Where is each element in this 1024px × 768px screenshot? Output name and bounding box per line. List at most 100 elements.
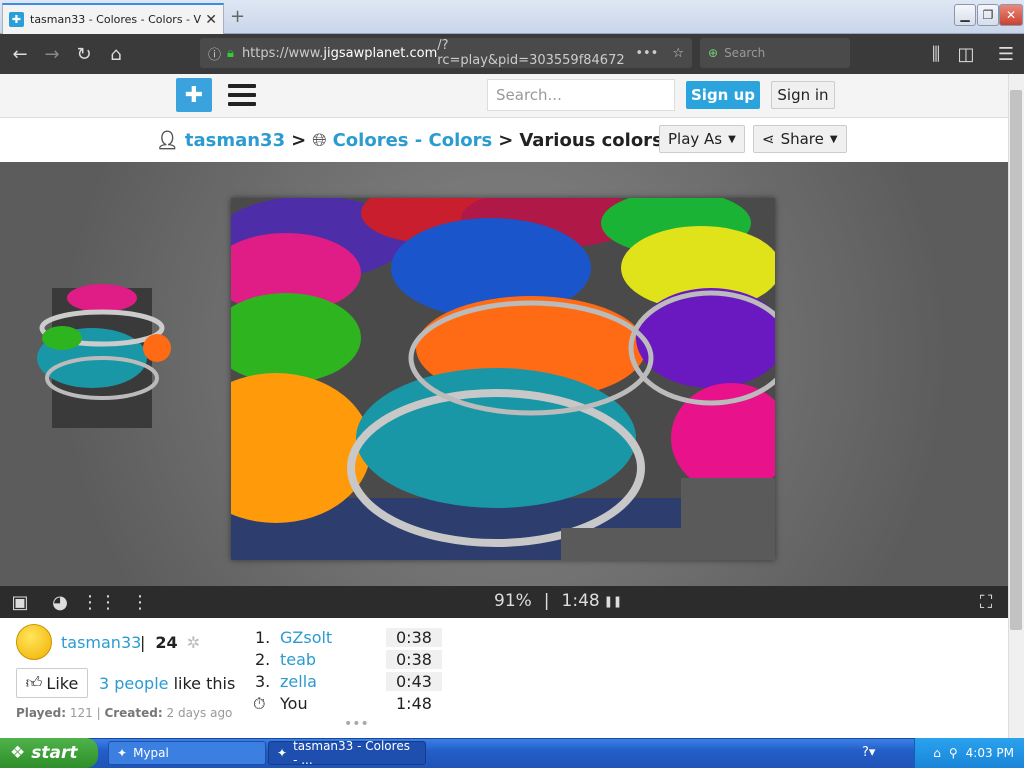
- likes-text: 3 people like this: [99, 674, 235, 693]
- leaderboard-time: 0:43: [386, 672, 442, 691]
- pause-icon[interactable]: ❚❚: [604, 595, 622, 608]
- leaderboard-time: 0:38: [386, 628, 442, 647]
- scrollbar-thumb[interactable]: [1010, 90, 1022, 630]
- tab-title: tasman33 - Colores - Colors - Various co…: [30, 13, 201, 26]
- url-prefix: https://www.: [241, 45, 324, 61]
- more-dots-icon[interactable]: •••: [344, 716, 369, 732]
- system-tray: ⌂ ⚲ 4:03 PM: [914, 738, 1024, 768]
- more-options-icon[interactable]: ⋮: [128, 590, 152, 614]
- url-suffix: /?rc=play&pid=303559f84672: [437, 38, 625, 68]
- jigsawplanet-logo-icon[interactable]: ✚: [176, 78, 212, 112]
- breadcrumb-separator: >: [498, 129, 514, 151]
- page-actions-icon[interactable]: •••: [635, 46, 658, 61]
- stopwatch-icon: ⏱︎: [253, 694, 266, 713]
- created-label: Created:: [104, 706, 163, 720]
- play-as-button[interactable]: Play As ▼: [659, 125, 745, 153]
- network-icon[interactable]: ⌂: [933, 746, 941, 760]
- task-label: tasman33 - Colores - ...: [293, 739, 410, 767]
- site-search-input[interactable]: Search...: [487, 79, 675, 111]
- author-username-link[interactable]: tasman33: [61, 633, 141, 652]
- new-tab-icon[interactable]: +: [230, 6, 245, 27]
- chevron-down-icon: ▼: [829, 133, 838, 145]
- play-as-label: Play As: [668, 130, 723, 148]
- bookmark-star-icon[interactable]: ☆: [672, 46, 684, 61]
- back-icon[interactable]: ←: [4, 44, 36, 65]
- breadcrumb: 👤︎ tasman33 > 🌐︎ Colores - Colors > Vari…: [156, 126, 663, 154]
- puzzle-piece-icon: ✲: [186, 633, 201, 652]
- home-icon[interactable]: ⌂: [100, 44, 132, 65]
- close-tab-icon[interactable]: ✕: [205, 12, 217, 28]
- help-icon[interactable]: ?▾: [862, 745, 875, 760]
- minimize-icon[interactable]: ▁: [954, 4, 976, 26]
- lock-icon: 🔒︎: [227, 45, 234, 61]
- leaderboard-name-link[interactable]: teab: [280, 650, 316, 669]
- chevron-down-icon: ▼: [728, 133, 736, 145]
- signin-button[interactable]: Sign in: [771, 81, 835, 109]
- divider: |: [543, 591, 550, 611]
- taskbar-item-mypal[interactable]: ✦ Mypal: [108, 741, 266, 765]
- likes-count-link[interactable]: 3 people: [99, 674, 169, 693]
- windows-logo-icon: ❖: [10, 743, 26, 763]
- signup-button[interactable]: Sign up: [686, 81, 760, 109]
- breadcrumb-puzzle-title: Various colors: [519, 129, 663, 151]
- breadcrumb-separator: >: [291, 129, 307, 151]
- jigsaw-favicon-icon: ✚: [9, 12, 24, 27]
- share-icon: ⋖: [762, 130, 775, 148]
- taskbar-item-browser[interactable]: ✦ tasman33 - Colores - ...: [268, 739, 426, 767]
- leaderboard-name-link[interactable]: zella: [280, 672, 317, 691]
- progress-percent: 91%: [494, 591, 532, 611]
- meta-separator: |: [96, 706, 101, 720]
- mypal-icon: ✦: [277, 746, 288, 760]
- clock: 4:03 PM: [965, 746, 1014, 760]
- thumbs-up-icon: 👍︎: [25, 673, 43, 692]
- score-value: 24: [155, 633, 178, 652]
- author-score: | 24 ✲: [140, 633, 200, 652]
- fullscreen-icon[interactable]: ⛶: [974, 590, 998, 614]
- breadcrumb-album-link[interactable]: Colores - Colors: [333, 130, 493, 151]
- browser-search-input[interactable]: ⊕ Search: [700, 38, 850, 68]
- info-icon[interactable]: ⓘ: [208, 44, 221, 63]
- sidebar-icon[interactable]: ◫: [950, 44, 982, 65]
- avatar[interactable]: [16, 624, 52, 660]
- user-icon: 👤︎: [156, 129, 179, 151]
- progress-timer: 91% | 1:48 ❚❚: [494, 591, 622, 611]
- url-domain: jigsawplanet.com: [323, 45, 438, 61]
- your-name: You: [280, 694, 308, 713]
- leaderboard-rank: 1.: [255, 628, 271, 647]
- your-time: 1:48: [396, 694, 432, 713]
- grid-icon[interactable]: ⋮⋮: [81, 590, 117, 614]
- leaderboard-name-link[interactable]: GZsolt: [280, 628, 332, 647]
- start-button[interactable]: ❖ start: [0, 738, 98, 768]
- hamburger-menu-icon[interactable]: [228, 84, 256, 106]
- like-button[interactable]: 👍︎ Like: [16, 668, 88, 698]
- leaderboard-rank: 2.: [255, 650, 271, 669]
- divider: |: [140, 633, 146, 652]
- globe-icon: 🌐︎: [312, 129, 327, 151]
- leaderboard-rank: 3.: [255, 672, 271, 691]
- restore-icon[interactable]: ❐: [977, 4, 999, 26]
- reload-icon[interactable]: ↻: [68, 44, 100, 65]
- browser-tab[interactable]: ✚ tasman33 - Colores - Colors - Various …: [2, 3, 224, 34]
- played-value: 121: [69, 706, 93, 720]
- browser-search-placeholder: Search: [724, 46, 766, 60]
- created-value: 2 days ago: [166, 706, 233, 720]
- share-label: Share: [780, 130, 824, 148]
- loose-puzzle-pieces[interactable]: [32, 268, 172, 430]
- timer-value: 1:48: [561, 591, 600, 611]
- search-icon[interactable]: ⚲: [949, 746, 958, 760]
- search-icon: ⊕: [708, 46, 719, 60]
- window-close-icon[interactable]: ✕: [999, 4, 1023, 26]
- url-bar[interactable]: ⓘ 🔒︎ https://www. jigsawplanet.com/?rc=pl…: [200, 38, 692, 68]
- puzzle-board-image[interactable]: [231, 198, 775, 560]
- leaderboard-time: 0:38: [386, 650, 442, 669]
- library-icon[interactable]: ⫼: [920, 44, 952, 65]
- start-label: start: [31, 743, 78, 763]
- breadcrumb-user-link[interactable]: tasman33: [185, 130, 285, 151]
- task-label: Mypal: [133, 746, 169, 760]
- like-label: Like: [46, 673, 79, 693]
- image-preview-icon[interactable]: ▣: [8, 590, 32, 614]
- share-button[interactable]: ⋖ Share ▼: [753, 125, 847, 153]
- forward-icon[interactable]: →: [36, 44, 68, 65]
- menu-icon[interactable]: ☰: [990, 44, 1022, 65]
- ghost-image-icon[interactable]: ◕: [48, 590, 72, 614]
